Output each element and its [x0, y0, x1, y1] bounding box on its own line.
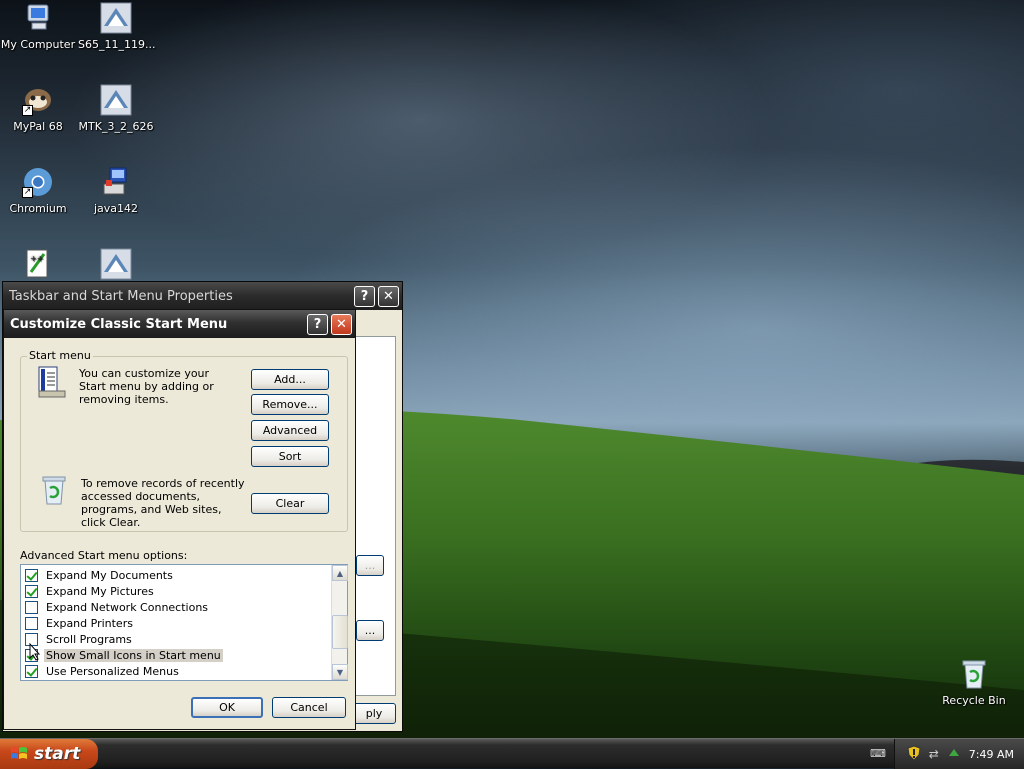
desktop-icon-recycle-bin[interactable]: Recycle Bin: [936, 658, 1012, 707]
clock[interactable]: 7:49 AM: [969, 748, 1014, 761]
sort-button[interactable]: Sort: [251, 446, 329, 467]
apply-button-label: ply: [365, 707, 383, 720]
windows-logo-icon: [10, 745, 28, 763]
desktop-icon-label: My Computer: [0, 38, 76, 51]
taskbar-properties-titlebar[interactable]: Taskbar and Start Menu Properties ? ✕: [3, 282, 402, 310]
checkbox[interactable]: [25, 568, 38, 582]
dialog-title: Customize Classic Start Menu: [10, 316, 228, 332]
shortcut-arrow-icon: ↗: [22, 187, 33, 198]
customize-classic-start-menu-dialog[interactable]: Customize Classic Start Menu ? ✕ Start m…: [3, 309, 356, 730]
desktop-icon-installer[interactable]: [78, 248, 154, 284]
recycle-clear-icon: [38, 474, 70, 506]
help-icon: ?: [360, 288, 369, 304]
installer-icon: [100, 248, 132, 280]
clear-description: To remove records of recently accessed d…: [81, 477, 245, 529]
desktop-icon-label: MTK_3_2_626: [78, 120, 154, 133]
installer-icon: [100, 84, 132, 116]
list-item[interactable]: Expand Printers: [25, 615, 135, 631]
mouse-cursor-icon: [29, 642, 41, 661]
desktop-icon-s65[interactable]: S65_11_119...: [78, 2, 156, 51]
partial-button[interactable]: ...: [356, 620, 384, 641]
list-item[interactable]: Show Small Icons in Start menu: [25, 647, 223, 663]
list-item[interactable]: Scroll Programs: [25, 631, 134, 647]
installer-icon: [100, 2, 132, 34]
window-title: Taskbar and Start Menu Properties: [9, 288, 233, 304]
security-shield-icon[interactable]: [907, 744, 921, 764]
desktop-icon-label: java142: [93, 202, 139, 215]
start-menu-group-label: Start menu: [27, 349, 93, 362]
list-item[interactable]: Expand My Pictures: [25, 583, 156, 599]
clear-button[interactable]: Clear: [251, 493, 329, 514]
close-button[interactable]: ✕: [331, 313, 352, 335]
customize-description: You can customize your Start menu by add…: [79, 367, 214, 406]
chromium-icon: ↗: [22, 166, 54, 198]
recycle-bin-icon: [958, 658, 990, 690]
option-label: Expand Network Connections: [46, 600, 209, 614]
list-item[interactable]: Expand My Documents: [25, 567, 175, 583]
scroll-down-arrow-icon[interactable]: ▼: [332, 664, 348, 680]
system-tray: ⇄ 7:49 AM: [894, 739, 1024, 769]
computer-icon: [22, 2, 54, 34]
taskbar: start ⌨ ⇄ 7:49 AM: [0, 738, 1024, 769]
checkbox[interactable]: [25, 584, 38, 598]
option-label: Scroll Programs: [46, 632, 132, 646]
help-icon: ?: [313, 316, 322, 332]
cancel-button[interactable]: Cancel: [272, 697, 346, 718]
scrollbar-thumb[interactable]: [332, 615, 348, 649]
advanced-options-list[interactable]: Expand My Documents Expand My Pictures E…: [20, 564, 348, 681]
desktop-icon-label: Recycle Bin: [942, 694, 1006, 707]
tab-panel: [352, 336, 396, 696]
dialog-titlebar[interactable]: Customize Classic Start Menu ? ✕: [4, 310, 355, 338]
option-label: Expand Printers: [46, 616, 133, 630]
editor-icon: ++: [22, 248, 54, 280]
desktop-icon-mypal[interactable]: ↗ MyPal 68: [0, 84, 76, 133]
start-menu-icon: [35, 365, 69, 399]
remove-button[interactable]: Remove...: [251, 394, 329, 415]
desktop-icon-my-computer[interactable]: My Computer: [0, 2, 76, 51]
desktop-icon-mtk[interactable]: MTK_3_2_626: [78, 84, 154, 133]
partial-button-label: ...: [364, 559, 376, 572]
apply-button[interactable]: ply: [352, 703, 396, 724]
network-icon[interactable]: ⇄: [929, 747, 939, 761]
option-label: Show Small Icons in Start menu: [44, 648, 223, 662]
scroll-up-arrow-icon[interactable]: ▲: [332, 565, 348, 581]
option-label: Use Personalized Menus: [46, 664, 179, 678]
java-setup-icon: [100, 166, 132, 198]
desktop-icon-label: S65_11_119...: [78, 38, 156, 51]
raccoon-browser-icon: ↗: [22, 84, 54, 116]
safely-remove-hardware-icon[interactable]: [947, 746, 961, 763]
options-scrollbar[interactable]: ▲ ▼: [331, 565, 348, 680]
close-icon: ✕: [383, 288, 394, 304]
ok-button[interactable]: OK: [191, 697, 263, 718]
list-item[interactable]: Use Personalized Menus: [25, 663, 181, 679]
advanced-button[interactable]: Advanced: [251, 420, 329, 441]
close-icon: ✕: [336, 316, 347, 332]
dialog-body: Start menu You can customize your Start …: [7, 338, 352, 726]
add-button[interactable]: Add...: [251, 369, 329, 390]
close-button[interactable]: ✕: [378, 285, 399, 307]
option-label: Expand My Documents: [46, 568, 173, 582]
desktop-icon-java142[interactable]: java142: [78, 166, 154, 215]
desktop-icon-notepad-plus[interactable]: ++: [0, 248, 76, 284]
start-label: start: [34, 744, 81, 764]
option-label: Expand My Pictures: [46, 584, 154, 598]
checkbox[interactable]: [25, 600, 38, 614]
desktop-icon-label: MyPal 68: [13, 120, 63, 133]
partial-button-label: ...: [364, 624, 376, 637]
help-button[interactable]: ?: [307, 313, 328, 335]
desktop-icon-chromium[interactable]: ↗ Chromium: [0, 166, 76, 215]
list-item[interactable]: Expand Network Connections: [25, 599, 210, 615]
keyboard-icon[interactable]: ⌨: [870, 747, 886, 760]
svg-text:++: ++: [30, 254, 43, 263]
checkbox[interactable]: [25, 664, 38, 678]
help-button[interactable]: ?: [354, 285, 375, 307]
advanced-options-label: Advanced Start menu options:: [20, 549, 188, 562]
checkbox[interactable]: [25, 616, 38, 630]
desktop-icon-label: Chromium: [9, 202, 67, 215]
shortcut-arrow-icon: ↗: [22, 105, 33, 116]
start-button[interactable]: start: [0, 739, 98, 769]
partial-button[interactable]: ...: [356, 555, 384, 576]
